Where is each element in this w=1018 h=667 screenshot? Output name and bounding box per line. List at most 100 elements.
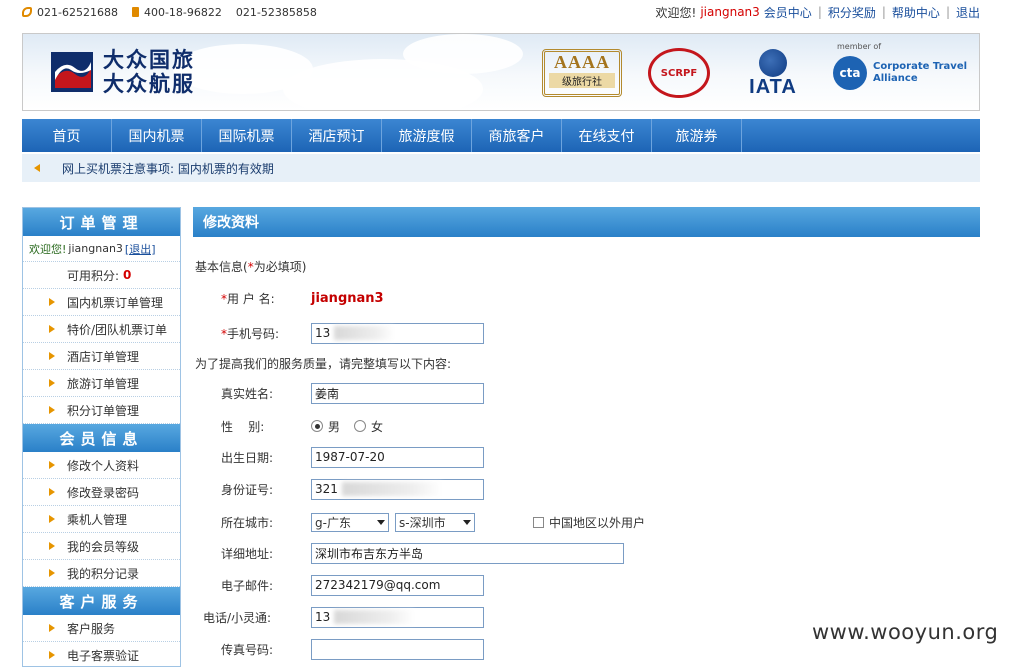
nav-travel-voucher[interactable]: 旅游券 xyxy=(652,119,742,152)
phone-2: 400-18-96822 xyxy=(131,6,222,19)
sidebar-item-domestic-orders[interactable]: 国内机票订单管理 xyxy=(23,289,180,316)
sidebar: 订单管理 欢迎您! jiangnan3 [退出] 可用积分: 0 国内机票订单管… xyxy=(22,207,181,667)
nav-vacation[interactable]: 旅游度假 xyxy=(382,119,472,152)
province-select[interactable]: g-广东 xyxy=(311,512,389,532)
main-nav: 首页 国内机票 国际机票 酒店预订 旅游度假 商旅客户 在线支付 旅游券 xyxy=(22,119,980,152)
triangle-right-icon xyxy=(49,624,55,632)
sidebar-item-member-level[interactable]: 我的会员等级 xyxy=(23,533,180,560)
divider: | xyxy=(817,5,822,19)
arrow-left-icon[interactable] xyxy=(34,164,40,172)
divider: | xyxy=(881,5,886,19)
customer-service-header: 客户服务 xyxy=(23,587,180,615)
improve-note: 为了提高我们的服务质量，请完整填写以下内容: xyxy=(195,357,452,371)
email-row: 电子邮件: 272342179@qq.com xyxy=(195,573,980,597)
phone-input[interactable]: 13 xyxy=(311,606,484,628)
notice-link[interactable]: 网上买机票注意事项: 国内机票的有效期 xyxy=(62,160,274,177)
triangle-right-icon xyxy=(49,406,55,414)
gender-row: 性 别: 男 女 xyxy=(221,419,384,434)
id-number-input[interactable]: 321 xyxy=(311,478,484,500)
header-banner: 大众国旅 大众航服 AAAA 级旅行社 SCRPF IATA member of… xyxy=(22,33,980,111)
notice-bar: 网上买机票注意事项: 国内机票的有效期 xyxy=(22,154,980,182)
chevron-down-icon xyxy=(463,519,471,525)
triangle-right-icon xyxy=(49,569,55,577)
sidebar-item-hotel-orders[interactable]: 酒店订单管理 xyxy=(23,343,180,370)
triangle-right-icon xyxy=(49,379,55,387)
nav-home[interactable]: 首页 xyxy=(22,119,112,152)
username-value: jiangnan3 xyxy=(311,290,384,306)
aaaa-badge: AAAA 级旅行社 xyxy=(541,44,623,102)
top-bar: 021-62521688 400-18-96822 021-52385858 欢… xyxy=(22,0,980,24)
overseas-user-label: 中国地区以外用户 xyxy=(549,515,646,530)
address-row: 详细地址: 深圳市布吉东方半岛 xyxy=(195,541,980,565)
username-row: *用 户 名: jiangnan3 xyxy=(221,290,384,306)
points-value: 0 xyxy=(123,268,132,282)
triangle-right-icon xyxy=(49,515,55,523)
page-title: 修改资料 xyxy=(193,207,980,237)
order-management-header: 订单管理 xyxy=(23,208,180,236)
sidebar-item-travel-orders[interactable]: 旅游订单管理 xyxy=(23,370,180,397)
nav-international-flights[interactable]: 国际机票 xyxy=(202,119,292,152)
nav-hotel-booking[interactable]: 酒店预订 xyxy=(292,119,382,152)
sidebar-item-points-record[interactable]: 我的积分记录 xyxy=(23,560,180,587)
cloud-decoration xyxy=(403,34,523,74)
available-points: 可用积分: 0 xyxy=(23,262,180,289)
company-logo-icon[interactable] xyxy=(51,52,93,92)
sidebar-item-edit-profile[interactable]: 修改个人资料 xyxy=(23,452,180,479)
scrpf-logo: SCRPF xyxy=(645,44,713,102)
redaction-blur xyxy=(334,326,395,340)
birthdate-row: 出生日期: 1987-07-20 xyxy=(195,445,980,469)
triangle-right-icon xyxy=(49,542,55,550)
globe-icon xyxy=(759,49,787,77)
realname-input[interactable]: 姜南 xyxy=(311,382,484,404)
city-row: 所在城市: g-广东 s-深圳市 中国地区以外用户 xyxy=(195,510,980,534)
phone-3: 021-52385858 xyxy=(235,5,317,19)
triangle-right-icon xyxy=(49,352,55,360)
nav-domestic-flights[interactable]: 国内机票 xyxy=(112,119,202,152)
triangle-right-icon xyxy=(49,325,55,333)
birthdate-input[interactable]: 1987-07-20 xyxy=(311,446,484,468)
watermark: www.wooyun.org xyxy=(812,620,999,644)
iata-logo: IATA xyxy=(733,44,813,102)
welcome-text: 欢迎您! xyxy=(655,5,697,20)
sidebar-welcome: 欢迎您! jiangnan3 [退出] xyxy=(23,236,180,262)
sidebar-item-customer-service[interactable]: 客户服务 xyxy=(23,615,180,642)
nav-online-payment[interactable]: 在线支付 xyxy=(562,119,652,152)
redaction-blur xyxy=(341,482,442,496)
city-select[interactable]: s-深圳市 xyxy=(395,512,475,532)
mobile-row: *手机号码: 13 xyxy=(195,321,980,345)
contact-phones: 021-62521688 400-18-96822 021-52385858 xyxy=(22,6,317,19)
mobile-icon xyxy=(131,7,139,17)
points-reward-link[interactable]: 积分奖励 xyxy=(828,4,876,21)
address-input[interactable]: 深圳市布吉东方半岛 xyxy=(311,542,624,564)
overseas-user-checkbox[interactable] xyxy=(533,516,544,528)
fax-input[interactable] xyxy=(311,638,484,660)
redaction-blur xyxy=(334,610,415,624)
phone-1: 021-62521688 xyxy=(22,6,118,19)
phone-icon xyxy=(22,7,32,17)
gender-female-radio[interactable] xyxy=(354,420,367,432)
member-info-header: 会员信息 xyxy=(23,424,180,452)
gender-male-radio[interactable] xyxy=(311,420,323,432)
cta-logo: member of cta Corporate Travel Alliance xyxy=(833,42,973,102)
sidebar-item-eticket-verify[interactable]: 电子客票验证 xyxy=(23,642,180,666)
member-center-link[interactable]: 会员中心 xyxy=(764,4,812,21)
id-number-row: 身份证号: 321 xyxy=(195,477,980,501)
sidebar-item-passengers[interactable]: 乘机人管理 xyxy=(23,506,180,533)
triangle-right-icon xyxy=(49,488,55,496)
sidebar-item-points-orders[interactable]: 积分订单管理 xyxy=(23,397,180,424)
help-center-link[interactable]: 帮助中心 xyxy=(892,4,940,21)
sidebar-item-special-orders[interactable]: 特价/团队机票订单 xyxy=(23,316,180,343)
basic-info-heading: 基本信息(*为必填项) xyxy=(195,260,307,274)
logout-link[interactable]: 退出 xyxy=(956,4,980,21)
nav-business-clients[interactable]: 商旅客户 xyxy=(472,119,562,152)
sidebar-item-change-password[interactable]: 修改登录密码 xyxy=(23,479,180,506)
sidebar-username: jiangnan3 xyxy=(68,242,123,255)
triangle-right-icon xyxy=(49,461,55,469)
email-input[interactable]: 272342179@qq.com xyxy=(311,574,484,596)
user-links: 欢迎您! jiangnan3 会员中心 | 积分奖励 | 帮助中心 | 退出 xyxy=(656,4,980,21)
company-logo-text: 大众国旅 大众航服 xyxy=(103,47,195,96)
mobile-input[interactable]: 13 xyxy=(311,322,484,344)
top-username: jiangnan3 xyxy=(700,5,760,19)
triangle-right-icon xyxy=(49,298,55,306)
sidebar-logout-link[interactable]: [退出] xyxy=(125,241,156,257)
